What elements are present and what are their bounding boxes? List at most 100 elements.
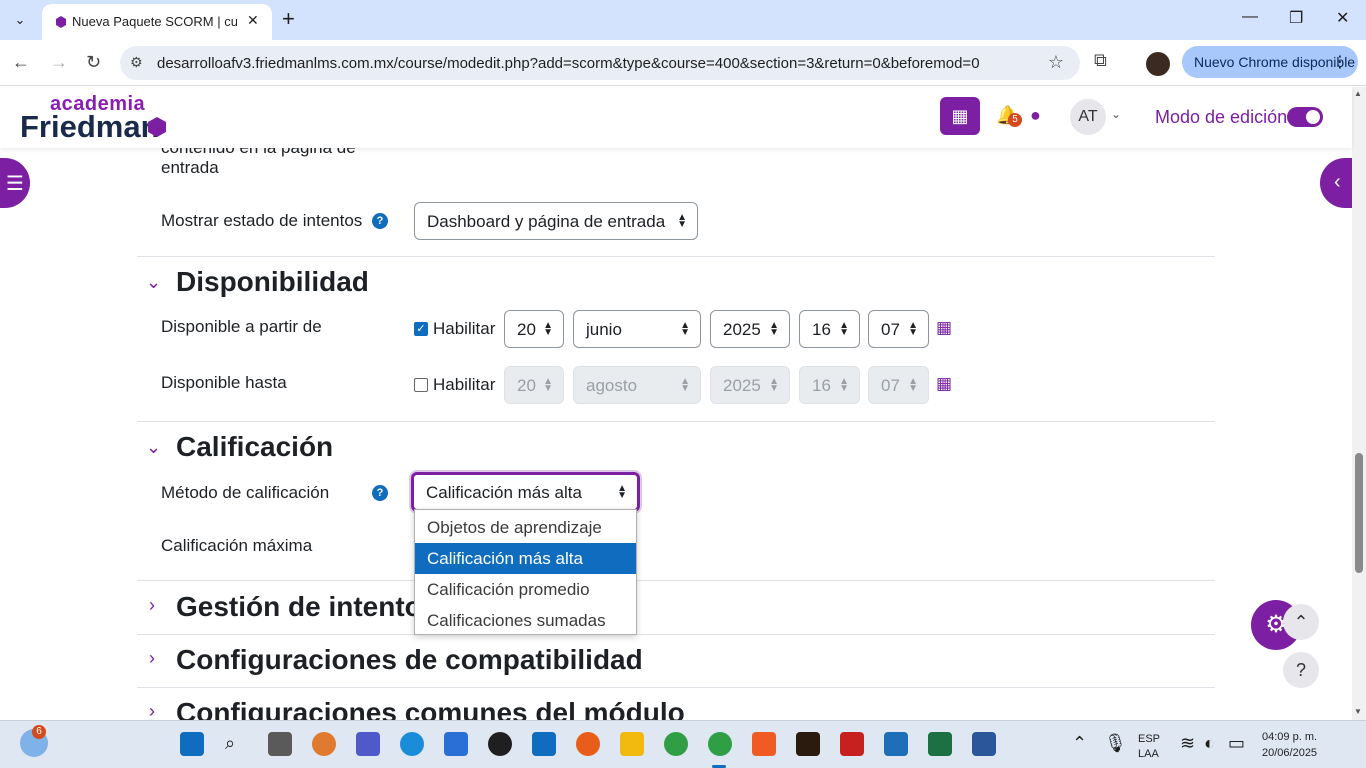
- task-view-icon[interactable]: [268, 732, 292, 756]
- available-from-enable-checkbox[interactable]: ✓: [414, 322, 428, 336]
- brave-icon[interactable]: [752, 732, 776, 756]
- until-day-select[interactable]: 20 ▲ ▼: [504, 366, 564, 404]
- teams-icon[interactable]: [356, 732, 380, 756]
- address-bar[interactable]: ⚙ desarrolloafv3.friedmanlms.com.mx/cour…: [120, 46, 1080, 80]
- word-icon[interactable]: [972, 732, 996, 756]
- logo-main-text[interactable]: Friedman: [20, 109, 160, 145]
- select-arrows-icon: ▲ ▼: [677, 212, 687, 230]
- extensions-icon[interactable]: ⧉: [1094, 50, 1107, 71]
- until-minute-select[interactable]: 07 ▲ ▼: [868, 366, 929, 404]
- messages-chat-icon[interactable]: ●: [1030, 105, 1041, 126]
- option-label: Calificación más alta: [427, 549, 583, 568]
- scroll-thumb[interactable]: [1355, 453, 1363, 573]
- user-menu-chevron-icon[interactable]: ⌄: [1111, 107, 1121, 121]
- attempt-status-select[interactable]: Dashboard y página de entrada ▲ ▼: [414, 202, 698, 240]
- from-minute-select[interactable]: 07 ▲ ▼: [868, 310, 929, 348]
- windows-taskbar: 6 ⌕ ⌃ 🎙 ESP LAA ≋ ◐ ▭ 04:09 p. m. 20/06/…: [0, 720, 1366, 768]
- dropdown-option[interactable]: Objetos de aprendizaje: [415, 512, 636, 543]
- url-text: desarrolloafv3.friedmanlms.com.mx/course…: [157, 55, 980, 72]
- dropdown-option[interactable]: Calificaciones sumadas: [415, 605, 636, 636]
- restore-icon[interactable]: ❐: [1289, 8, 1303, 28]
- bookmark-star-icon[interactable]: ☆: [1048, 52, 1064, 73]
- until-year-select[interactable]: 2025 ▲ ▼: [710, 366, 790, 404]
- compatibility-section-title[interactable]: Configuraciones de compatibilidad: [176, 644, 643, 676]
- dropdown-option[interactable]: Calificación promedio: [415, 574, 636, 605]
- calendar-icon[interactable]: ▦: [936, 374, 952, 394]
- chevron-right-icon[interactable]: ›: [149, 648, 155, 669]
- section-divider: [137, 256, 1215, 257]
- language-bottom[interactable]: LAA: [1138, 748, 1159, 760]
- file-explorer-icon[interactable]: [620, 732, 644, 756]
- tab-title: Nueva Paquete SCORM | curso: [72, 14, 237, 29]
- chrome-profile-icon[interactable]: [708, 732, 732, 756]
- scroll-down-arrow-icon[interactable]: ▼: [1354, 707, 1362, 716]
- user-avatar[interactable]: AT: [1070, 99, 1106, 135]
- form-content: contenido en la página de entrada Mostra…: [0, 148, 1352, 720]
- reload-icon[interactable]: ↻: [86, 52, 101, 73]
- from-month-value: junio: [586, 320, 622, 339]
- from-day-select[interactable]: 20 ▲ ▼: [504, 310, 564, 348]
- attempts-section-title[interactable]: Gestión de intentos: [176, 591, 437, 623]
- chrome-update-button[interactable]: Nuevo Chrome disponible ⋮: [1182, 46, 1358, 78]
- clock-time[interactable]: 04:09 p. m.: [1262, 731, 1317, 743]
- site-info-icon[interactable]: ⚙: [130, 54, 143, 71]
- kebab-menu-icon[interactable]: ⋮: [1332, 52, 1348, 72]
- max-grade-label: Calificación máxima: [161, 536, 313, 555]
- chrome-icon[interactable]: [664, 732, 688, 756]
- common-settings-section-title[interactable]: Configuraciones comunes del módulo: [176, 697, 685, 720]
- edit-mode-toggle[interactable]: [1287, 107, 1323, 127]
- calendar-icon[interactable]: ▦: [936, 318, 952, 338]
- new-tab-icon[interactable]: +: [282, 6, 295, 32]
- notepad-icon[interactable]: [884, 732, 908, 756]
- grading-section-title[interactable]: Calificación: [176, 431, 333, 463]
- chrome-update-label: Nuevo Chrome disponible: [1194, 54, 1356, 70]
- chevron-right-icon[interactable]: ›: [149, 701, 155, 720]
- available-from-enable-label: Habilitar: [433, 319, 496, 338]
- store-icon[interactable]: [444, 732, 468, 756]
- search-icon[interactable]: ⌕: [225, 733, 235, 754]
- browser-tab-active[interactable]: Nueva Paquete SCORM | curso ✕: [42, 4, 272, 40]
- help-icon[interactable]: ?: [372, 213, 388, 229]
- language-top[interactable]: ESP: [1138, 733, 1160, 745]
- volume-icon[interactable]: ◐: [1204, 733, 1215, 754]
- edge-icon[interactable]: [400, 732, 424, 756]
- microphone-icon[interactable]: 🎙: [1104, 733, 1127, 754]
- forward-icon[interactable]: →: [50, 52, 68, 73]
- availability-section-title[interactable]: Disponibilidad: [176, 266, 369, 298]
- copilot-icon[interactable]: [312, 732, 336, 756]
- wifi-icon[interactable]: ≋: [1180, 733, 1195, 754]
- scroll-up-arrow-icon[interactable]: ▲: [1354, 89, 1362, 98]
- battery-icon[interactable]: ▭: [1228, 733, 1245, 754]
- acrobat-icon[interactable]: [840, 732, 864, 756]
- dell-icon[interactable]: [488, 732, 512, 756]
- excel-icon[interactable]: [928, 732, 952, 756]
- footer-help-button[interactable]: ?: [1283, 652, 1319, 688]
- from-hour-select[interactable]: 16 ▲ ▼: [799, 310, 860, 348]
- windows-start-icon[interactable]: [180, 732, 204, 756]
- back-icon[interactable]: ←: [12, 52, 30, 73]
- minimize-icon[interactable]: —: [1242, 8, 1258, 26]
- chevron-down-icon[interactable]: ⌄: [146, 272, 161, 293]
- window-close-icon[interactable]: ✕: [1336, 8, 1349, 28]
- tab-search-icon[interactable]: ⌄: [6, 8, 34, 32]
- available-until-enable-checkbox[interactable]: [414, 378, 428, 392]
- until-month-select[interactable]: agosto ▲ ▼: [573, 366, 701, 404]
- until-hour-select[interactable]: 16 ▲ ▼: [799, 366, 860, 404]
- firefox-icon[interactable]: [576, 732, 600, 756]
- from-year-select[interactable]: 2025 ▲ ▼: [710, 310, 790, 348]
- grading-method-select[interactable]: Calificación más alta ▲ ▼: [411, 472, 640, 512]
- chevron-down-icon[interactable]: ⌄: [146, 437, 161, 458]
- clock-date[interactable]: 20/06/2025: [1262, 747, 1317, 759]
- help-icon[interactable]: ?: [372, 485, 388, 501]
- from-month-select[interactable]: junio ▲ ▼: [573, 310, 701, 348]
- back-to-top-button[interactable]: ⌃: [1283, 604, 1319, 640]
- apps-grid-button[interactable]: ▦: [940, 97, 980, 135]
- dropdown-option-selected[interactable]: Calificación más alta: [415, 543, 636, 574]
- profile-avatar[interactable]: [1146, 52, 1170, 76]
- page-scrollbar[interactable]: ▲ ▼: [1352, 87, 1366, 720]
- chevron-right-icon[interactable]: ›: [149, 595, 155, 616]
- close-tab-icon[interactable]: ✕: [247, 12, 259, 29]
- mail-icon[interactable]: [532, 732, 556, 756]
- illustrator-icon[interactable]: [796, 732, 820, 756]
- chevron-up-icon[interactable]: ⌃: [1072, 733, 1087, 754]
